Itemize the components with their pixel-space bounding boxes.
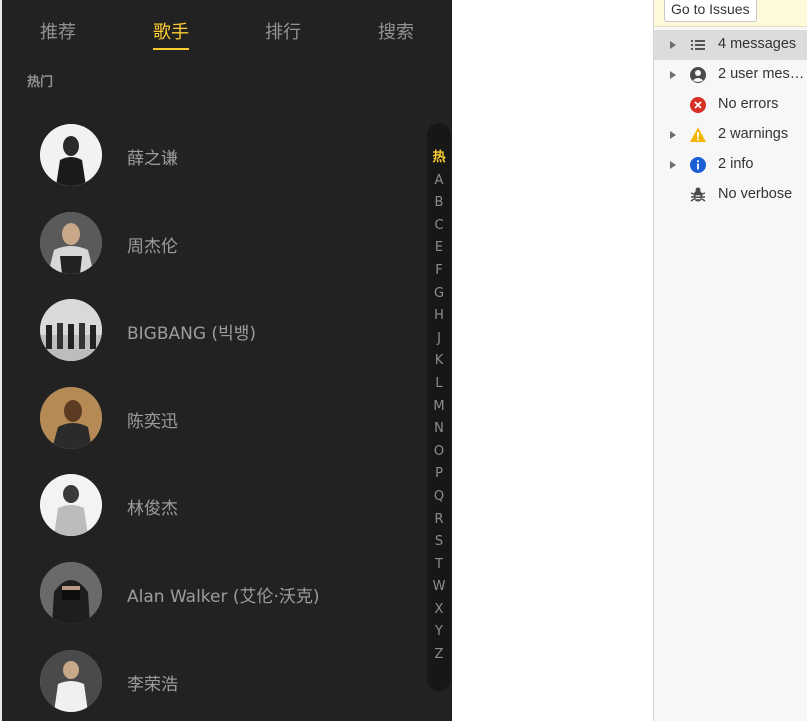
singer-name: BIGBANG (빅뱅) <box>127 324 256 345</box>
singer-avatar <box>40 386 102 449</box>
shortcut-letter[interactable]: Y <box>427 621 451 644</box>
shortcut-letter[interactable]: O <box>427 441 451 464</box>
singer-name: Alan Walker (艾伦·沃克) <box>127 586 320 607</box>
shortcut-letter[interactable]: W <box>427 576 451 599</box>
expand-arrow-icon[interactable] <box>670 41 676 49</box>
shortcut-spacer <box>427 123 451 147</box>
singer-avatar <box>40 649 102 712</box>
singer-name: 薛之谦 <box>127 149 178 169</box>
shortcut-letter[interactable]: Z <box>427 644 451 667</box>
tab-label: 歌手 <box>153 20 189 50</box>
singer-item[interactable]: 陈奕迅 <box>0 381 420 469</box>
music-app: 推荐 歌手 排行 搜索 热门 薛之谦 周杰伦 BIGBANG (빅뱅) 陈奕迅 … <box>0 0 452 721</box>
filter-messages[interactable]: 4 messages <box>654 30 807 60</box>
filter-warnings[interactable]: 2 warnings <box>654 120 807 150</box>
singer-avatar <box>40 211 102 274</box>
console-filter-list: 4 messages 2 user messages No errors <box>654 30 807 210</box>
filter-info[interactable]: 2 info <box>654 150 807 180</box>
tab-rank[interactable]: 排行 <box>248 20 318 48</box>
filter-label: No verbose <box>718 186 793 202</box>
singer-name: 林俊杰 <box>127 499 178 520</box>
singer-list: 薛之谦 周杰伦 BIGBANG (빅뱅) 陈奕迅 林俊杰 Alan Walker… <box>0 118 420 721</box>
shortcut-letter[interactable]: K <box>427 350 451 373</box>
filter-label: 2 user messages <box>718 66 807 82</box>
shortcut-letter[interactable]: E <box>427 237 451 260</box>
expand-arrow-icon[interactable] <box>670 71 676 79</box>
tab-search[interactable]: 搜索 <box>361 20 431 48</box>
tab-singer[interactable]: 歌手 <box>136 20 206 50</box>
shortcut-letter[interactable]: S <box>427 531 451 554</box>
tab-recommend[interactable]: 推荐 <box>23 20 93 48</box>
filter-label: 2 warnings <box>718 126 789 142</box>
filter-verbose[interactable]: No verbose <box>654 180 807 210</box>
issues-banner: Go to Issues <box>654 0 807 27</box>
filter-user-messages[interactable]: 2 user messages <box>654 60 807 90</box>
shortcut-letter[interactable]: H <box>427 305 451 328</box>
shortcut-letter[interactable]: T <box>427 554 451 577</box>
filter-label: 4 messages <box>718 36 797 52</box>
tab-label: 推荐 <box>40 22 76 43</box>
singer-avatar <box>40 474 102 537</box>
tab-label: 排行 <box>265 22 301 43</box>
singer-avatar <box>40 561 102 624</box>
shortcut-letter[interactable]: G <box>427 283 451 306</box>
error-icon <box>690 97 706 113</box>
shortcut-letter[interactable]: A <box>427 170 451 193</box>
singer-item[interactable]: 薛之谦 <box>0 118 420 206</box>
filter-label: No errors <box>718 96 779 112</box>
info-icon <box>690 157 706 173</box>
singer-item[interactable]: 李荣浩 <box>0 644 420 721</box>
shortcut-letter[interactable]: X <box>427 599 451 622</box>
group-title: 热门 <box>27 75 54 90</box>
shortcut-letter[interactable]: C <box>427 215 451 238</box>
warning-icon <box>690 127 706 142</box>
filter-errors[interactable]: No errors <box>654 90 807 120</box>
singer-item[interactable]: Alan Walker (艾伦·沃克) <box>0 556 420 644</box>
expand-arrow-icon[interactable] <box>670 131 676 139</box>
shortcut-letter[interactable]: 热 <box>427 147 451 170</box>
expand-arrow-icon[interactable] <box>670 161 676 169</box>
shortcut-letters: 热ABCEFGHJKLMNOPQRSTWXYZ <box>427 147 451 667</box>
tab-label: 搜索 <box>378 22 414 43</box>
list-icon <box>691 40 705 50</box>
tab-bar: 推荐 歌手 排行 搜索 <box>0 0 452 56</box>
shortcut-letter[interactable]: Q <box>427 486 451 509</box>
singer-name: 陈奕迅 <box>127 411 178 432</box>
singer-name: 李荣浩 <box>127 674 178 695</box>
go-to-issues-button[interactable]: Go to Issues <box>664 0 757 22</box>
alphabet-shortcut[interactable]: 热ABCEFGHJKLMNOPQRSTWXYZ <box>427 123 451 691</box>
shortcut-letter[interactable]: J <box>427 328 451 351</box>
singer-avatar <box>40 299 102 362</box>
singer-item[interactable]: 林俊杰 <box>0 468 420 556</box>
singer-item[interactable]: BIGBANG (빅뱅) <box>0 293 420 381</box>
shortcut-letter[interactable]: M <box>427 396 451 419</box>
bug-icon <box>690 187 706 202</box>
shortcut-letter[interactable]: B <box>427 192 451 215</box>
singer-avatar <box>40 124 102 186</box>
shortcut-letter[interactable]: P <box>427 463 451 486</box>
filter-label: 2 info <box>718 156 754 172</box>
devtools-sidebar: Go to Issues 4 messages 2 user messages <box>653 0 807 721</box>
user-icon <box>690 67 706 83</box>
shortcut-letter[interactable]: F <box>427 260 451 283</box>
shortcut-letter[interactable]: L <box>427 373 451 396</box>
shortcut-letter[interactable]: N <box>427 418 451 441</box>
shortcut-letter[interactable]: R <box>427 509 451 532</box>
singer-name: 周杰伦 <box>127 236 178 257</box>
singer-item[interactable]: 周杰伦 <box>0 206 420 294</box>
